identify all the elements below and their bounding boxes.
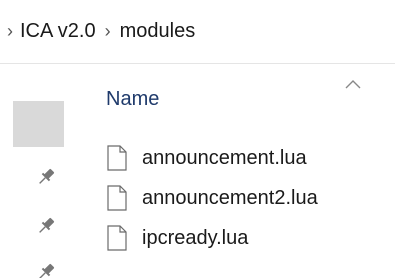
- list-item[interactable]: announcement2.lua: [106, 178, 395, 218]
- file-icon: [106, 145, 128, 171]
- breadcrumb-separator-icon[interactable]: ›: [96, 21, 120, 42]
- breadcrumb-item-ica[interactable]: ICA v2.0: [20, 20, 96, 43]
- file-list: announcement.lua announcement2.lua ipcre…: [106, 138, 395, 258]
- chevron-up-icon: [344, 78, 362, 90]
- list-item[interactable]: announcement.lua: [106, 138, 395, 178]
- pin-icon[interactable]: [34, 260, 58, 278]
- breadcrumb-chevron-icon[interactable]: ›: [0, 21, 20, 42]
- pin-icon[interactable]: [34, 165, 58, 189]
- list-item[interactable]: ipcready.lua: [106, 218, 395, 258]
- file-icon: [106, 185, 128, 211]
- file-name: announcement2.lua: [142, 186, 318, 209]
- column-name-label: Name: [106, 88, 160, 110]
- nav-selected-item[interactable]: [13, 101, 64, 147]
- file-icon: [106, 225, 128, 251]
- breadcrumb-item-modules[interactable]: modules: [120, 20, 196, 43]
- breadcrumb: › ICA v2.0 › modules: [0, 0, 395, 64]
- pin-icon[interactable]: [34, 214, 58, 238]
- explorer-window: › ICA v2.0 › modules Name announcement.l…: [0, 0, 395, 278]
- navigation-pane: [0, 64, 66, 278]
- file-name: announcement.lua: [142, 146, 307, 169]
- file-name: ipcready.lua: [142, 226, 249, 249]
- column-header-name[interactable]: Name: [90, 64, 395, 126]
